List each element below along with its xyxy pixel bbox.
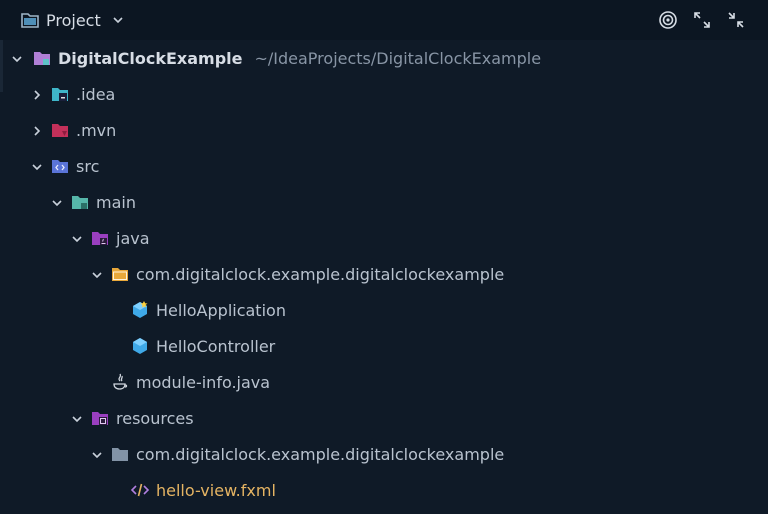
tree-node-root[interactable]: DigitalClockExample ~/IdeaProjects/Digit… — [0, 40, 768, 76]
root-path: ~/IdeaProjects/DigitalClockExample — [254, 48, 542, 68]
java-file-icon — [110, 372, 130, 392]
target-icon[interactable] — [658, 10, 678, 30]
expand-icon[interactable] — [692, 10, 712, 30]
panel-title: Project — [46, 10, 101, 30]
idea-folder-icon — [50, 84, 70, 104]
java-class-icon — [130, 336, 150, 356]
tree-node-hello-view-fxml[interactable]: hello-view.fxml — [0, 472, 768, 508]
tree-item-label: src — [76, 156, 100, 176]
package-icon — [110, 264, 130, 284]
java-class-icon — [130, 300, 150, 320]
tree-node-resource-package[interactable]: com.digitalclock.example.digitalclockexa… — [0, 436, 768, 472]
collapse-icon[interactable] — [726, 10, 746, 30]
chevron-down-icon[interactable] — [70, 231, 84, 245]
tree-node-resources[interactable]: resources — [0, 400, 768, 436]
tree-item-label: com.digitalclock.example.digitalclockexa… — [136, 264, 505, 284]
module-folder-icon — [32, 48, 52, 68]
resources-folder-icon — [90, 408, 110, 428]
tree-item-label: .mvn — [76, 120, 117, 140]
tree-node-java[interactable]: java — [0, 220, 768, 256]
tree-item-label: main — [96, 192, 136, 212]
resource-package-icon — [110, 444, 130, 464]
tree-node-idea[interactable]: .idea — [0, 76, 768, 112]
tree-node-main[interactable]: main — [0, 184, 768, 220]
tree-node-package[interactable]: com.digitalclock.example.digitalclockexa… — [0, 256, 768, 292]
java-folder-icon — [90, 228, 110, 248]
tree-item-label: hello-view.fxml — [156, 480, 276, 500]
tree-node-hello-controller[interactable]: HelloController — [0, 328, 768, 364]
tree-node-hello-application[interactable]: HelloApplication — [0, 292, 768, 328]
chevron-down-icon[interactable] — [70, 411, 84, 425]
root-label: DigitalClockExample — [58, 48, 243, 68]
chevron-down-icon[interactable] — [90, 447, 104, 461]
chevron-down-icon[interactable] — [111, 13, 125, 27]
project-panel-header: Project — [0, 0, 768, 40]
tree-item-label: HelloApplication — [156, 300, 286, 320]
tree-node-module-info[interactable]: module-info.java — [0, 364, 768, 400]
project-view-selector[interactable]: Project — [20, 11, 125, 30]
chevron-right-icon[interactable] — [30, 87, 44, 101]
tree-item-label: com.digitalclock.example.digitalclockexa… — [136, 444, 505, 464]
tree-node-src[interactable]: src — [0, 148, 768, 184]
tree-node-mvn[interactable]: .mvn — [0, 112, 768, 148]
tree-item-label: .idea — [76, 84, 116, 104]
chevron-down-icon[interactable] — [90, 267, 104, 281]
tree-item-label: resources — [116, 408, 194, 428]
tree-item-label: java — [116, 228, 150, 248]
tree-item-label: HelloController — [156, 336, 276, 356]
chevron-down-icon[interactable] — [10, 51, 24, 65]
mvn-folder-icon — [50, 120, 70, 140]
chevron-down-icon[interactable] — [50, 195, 64, 209]
chevron-right-icon[interactable] — [30, 123, 44, 137]
fxml-icon — [130, 480, 150, 500]
src-folder-icon — [50, 156, 70, 176]
main-folder-icon — [70, 192, 90, 212]
chevron-down-icon[interactable] — [30, 159, 44, 173]
folder-icon — [20, 11, 40, 29]
tree-item-label: module-info.java — [136, 372, 271, 392]
